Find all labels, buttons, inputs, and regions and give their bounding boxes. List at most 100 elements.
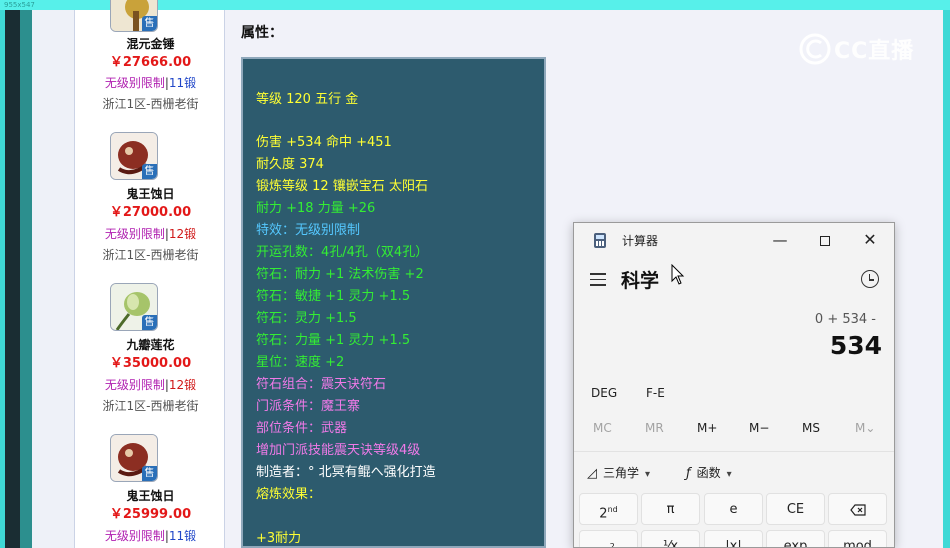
memory-recall-button[interactable]: MR <box>645 421 664 435</box>
exp-key[interactable]: exp <box>766 530 825 547</box>
memory-store-button[interactable]: MS <box>802 421 820 435</box>
attr-line: 开运孔数：4孔/4孔（双4孔） <box>256 245 429 260</box>
item-price: ￥25999.00 <box>109 507 192 522</box>
item-name[interactable]: 鬼王蚀日 <box>75 186 226 202</box>
fe-button[interactable]: F-E <box>646 386 665 400</box>
pi-key[interactable]: π <box>641 493 700 525</box>
memory-list-button[interactable]: M⌄ <box>855 421 875 435</box>
level-limit: 无级别限制 <box>104 76 165 90</box>
result-display: 534 <box>829 331 882 360</box>
attr-line: 耐力 +18 力量 +26 <box>256 201 376 216</box>
watermark-text: CC直播 <box>834 39 915 64</box>
item-price: ￥35000.00 <box>109 356 192 371</box>
hammer-item-icon[interactable]: 售 <box>110 0 158 32</box>
reciprocal-key[interactable]: ¹⁄x <box>641 530 700 547</box>
maximize-button[interactable] <box>805 227 845 253</box>
attr-line: 熔炼效果： <box>256 487 322 502</box>
item-server: 浙江1区-西栅老街 <box>102 97 199 111</box>
attr-line: 符石：耐力 +1 法术伤害 +2 <box>256 267 424 282</box>
forge-level: 12锻 <box>168 378 197 392</box>
attr-line: 锻炼等级 12 镶嵌宝石 太阳石 <box>256 179 428 194</box>
sell-badge: 售 <box>142 164 157 179</box>
absolute-value-key[interactable]: |x| <box>704 530 763 547</box>
triangle-ruler-icon: ◿ <box>587 466 597 481</box>
maximize-icon <box>820 235 830 246</box>
attr-line: +3耐力 <box>256 531 302 546</box>
attr-line: 耐久度 374 <box>256 157 324 172</box>
mod-key[interactable]: mod <box>828 530 887 547</box>
trigonometry-dropdown[interactable]: ◿ 三角学 ▾ <box>587 464 650 481</box>
backspace-icon <box>849 503 866 516</box>
function-icon: ƒ <box>686 466 691 481</box>
item-price: ￥27000.00 <box>109 205 192 220</box>
attributes-title: 属性： <box>241 25 283 41</box>
divider <box>574 451 894 452</box>
calculator-app-icon <box>594 233 606 248</box>
item-limit: 无级别限制|11锻 <box>75 75 226 91</box>
second-function-key[interactable]: 2nd <box>579 493 638 525</box>
attr-line: 符石：敏捷 +1 灵力 +1.5 <box>256 289 411 304</box>
attr-line: 制造者：° 北冥有鲲へ强化打造 <box>256 465 436 480</box>
item-server: 浙江1区-西栅老街 <box>102 248 199 262</box>
memory-add-button[interactable]: M+ <box>697 421 717 435</box>
expression-display: 0 + 534 - <box>814 312 876 327</box>
attr-line: 特效：无级别限制 <box>256 223 361 238</box>
attr-line: 星位：速度 +2 <box>256 355 345 370</box>
attr-line: 等级 120 五行 金 <box>256 92 359 107</box>
list-item[interactable]: 售 九瓣莲花 ￥35000.00 无级别限制|12锻 浙江1区-西栅老街 <box>75 283 226 423</box>
function-label: 函数 <box>696 466 721 480</box>
deg-button[interactable]: DEG <box>591 386 617 400</box>
calculator-window[interactable]: 计算器 — ✕ 科学 0 + 534 - 534 DEG F-E MC MR M… <box>573 222 895 548</box>
list-item[interactable]: 售 鬼王蚀日 ￥27000.00 无级别限制|12锻 浙江1区-西栅老街 <box>75 132 226 272</box>
item-server: 浙江1区-西栅老街 <box>102 399 199 413</box>
trigonometry-label: 三角学 <box>603 466 640 480</box>
item-limit: 无级别限制|12锻 <box>75 226 226 242</box>
calculator-titlebar[interactable]: 计算器 — ✕ <box>574 223 894 257</box>
item-limit: 无级别限制|12锻 <box>75 377 226 393</box>
cc-live-watermark: CC直播 <box>798 30 923 68</box>
right-edge-strip <box>943 10 950 548</box>
top-strip-text: 955x547 <box>4 1 35 9</box>
level-limit: 无级别限制 <box>104 529 165 543</box>
minimize-button[interactable]: — <box>760 227 800 253</box>
item-name[interactable]: 混元金锤 <box>75 36 226 52</box>
hamburger-menu-icon[interactable] <box>590 273 606 287</box>
attr-line: 符石：灵力 +1.5 <box>256 311 357 326</box>
forge-level: 11锻 <box>168 76 197 90</box>
sell-badge: 售 <box>142 315 157 330</box>
ghost-king-weapon-icon[interactable]: 售 <box>110 132 158 180</box>
sell-badge: 售 <box>142 16 157 31</box>
left-edge-teal <box>20 10 32 548</box>
history-icon[interactable] <box>861 270 879 288</box>
attr-line: 伤害 +534 命中 +451 <box>256 135 392 150</box>
lotus-item-icon[interactable]: 售 <box>110 283 158 331</box>
item-list: 售 混元金锤 ￥27666.00 无级别限制|11锻 浙江1区-西栅老街 售 鬼… <box>74 0 226 548</box>
calculator-mode-title: 科学 <box>621 270 660 292</box>
function-dropdown[interactable]: ƒ 函数 ▾ <box>686 464 732 481</box>
mouse-cursor-icon <box>671 264 685 285</box>
item-name[interactable]: 九瓣莲花 <box>75 337 226 353</box>
item-name[interactable]: 鬼王蚀日 <box>75 488 226 504</box>
level-limit: 无级别限制 <box>104 378 165 392</box>
square-key[interactable]: x2 <box>579 530 638 547</box>
list-item[interactable]: 售 混元金锤 ￥27666.00 无级别限制|11锻 浙江1区-西栅老街 <box>75 0 226 120</box>
clear-entry-key[interactable]: CE <box>766 493 825 525</box>
euler-key[interactable]: e <box>704 493 763 525</box>
attributes-box: 等级 120 五行 金 伤害 +534 命中 +451 耐久度 374 锻炼等级… <box>241 57 546 548</box>
attr-line: 门派条件：魔王寨 <box>256 399 361 414</box>
attr-line: 部位条件：武器 <box>256 421 348 436</box>
attr-line: 增加门派技能震天诀等级4级 <box>256 443 421 458</box>
attr-line: 符石组合：震天诀符石 <box>256 377 387 392</box>
left-edge-dark <box>5 10 20 548</box>
close-button[interactable]: ✕ <box>850 227 890 253</box>
memory-clear-button[interactable]: MC <box>593 421 612 435</box>
chevron-down-icon: ▾ <box>645 469 651 480</box>
backspace-key[interactable] <box>828 493 887 525</box>
ghost-king-weapon-icon[interactable]: 售 <box>110 434 158 482</box>
list-item[interactable]: 售 鬼王蚀日 ￥25999.00 无级别限制|11锻 <box>75 434 226 548</box>
memory-subtract-button[interactable]: M− <box>749 421 769 435</box>
forge-level: 11锻 <box>168 529 197 543</box>
sell-badge: 售 <box>142 466 157 481</box>
item-limit: 无级别限制|11锻 <box>75 528 226 544</box>
calculator-title: 计算器 <box>622 234 659 248</box>
